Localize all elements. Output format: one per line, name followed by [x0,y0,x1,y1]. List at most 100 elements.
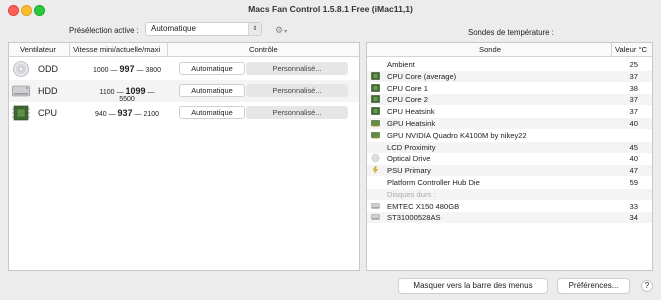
sensor-row[interactable]: PSU Primary 47 [367,165,652,177]
fan-speeds: 1100 — 1099 — 5500 [91,86,163,103]
help-button[interactable]: ? [641,280,653,292]
custom-control-button[interactable]: Personnalisé... [246,84,348,97]
sensor-row[interactable]: CPU Core 1 38 [367,83,652,94]
sensor-row[interactable]: CPU Heatsink 37 [367,106,652,117]
fan-max-speed: 3800 [145,67,161,74]
chevron-updown-icon: ⇕ [248,23,261,35]
cpu-chip-icon [371,95,380,104]
speed-separator: — [136,67,144,74]
fan-min-speed: 940 [94,111,107,118]
hard-drive-icon [12,85,30,97]
speed-separator: — [108,111,116,118]
sensor-name: GPU NVIDIA Quadro K4100M by nikey22 [387,130,527,140]
fan-row-odd[interactable]: ODD 1000 — 997 — 3800 Automatique Person… [9,58,359,80]
speed-separator: — [147,89,155,96]
fan-min-speed: 1000 [93,67,109,74]
sensor-value: 33 [629,201,638,211]
column-header-fan[interactable]: Ventilateur [20,45,56,54]
cpu-chip-icon [371,72,380,80]
optical-disc-icon [13,61,29,77]
fan-name: HDD [38,86,58,96]
sensor-value: 40 [629,119,638,128]
sensor-row[interactable]: GPU NVIDIA Quadro K4100M by nikey22 [367,130,652,141]
fan-current-speed: 1099 [125,86,146,96]
fan-row-cpu[interactable]: CPU 940 — 937 — 2100 Automatique Personn… [9,102,359,124]
cpu-chip-icon [371,107,380,115]
sensor-value: 37 [629,95,638,105]
sensor-name: Disques durs : [387,189,436,199]
sensor-value: 47 [629,166,638,176]
sensor-row[interactable]: GPU Heatsink 40 [367,118,652,129]
column-header-value[interactable]: Valeur °C [615,45,647,54]
sensor-value: 25 [629,60,638,69]
sensor-value: 40 [629,154,638,164]
sensor-row[interactable]: EMTEC X150 480GB 33 [367,201,652,212]
custom-control-button[interactable]: Personnalisé... [246,62,348,75]
sensor-name: CPU Heatsink [387,107,435,117]
hard-drive-icon [371,214,380,221]
sensor-row[interactable]: CPU Core (average) 37 [367,70,652,82]
gear-icon: ⚙ [275,25,284,35]
fan-min-speed: 1100 [99,89,115,96]
speed-separator: — [110,67,118,74]
sensor-value: 37 [629,71,638,81]
speed-separator: — [116,89,124,96]
window-title: Macs Fan Control 1.5.8.1 Free (iMac11,1) [248,4,413,14]
column-header-sensor[interactable]: Sonde [479,45,501,54]
sensor-name: Optical Drive [387,154,431,164]
column-header-control[interactable]: Contrôle [249,45,278,54]
sensor-name: CPU Core 2 [387,95,428,105]
sensors-title: Sondes de température : [468,28,554,37]
sensor-row[interactable]: Platform Controller Hub Die 59 [367,177,652,188]
fan-table: Ventilateur Vitesse mini/actuelle/maxi C… [8,42,360,271]
sensor-row[interactable]: Ambient 25 [367,59,652,70]
cpu-chip-icon [371,83,380,92]
cpu-chip-icon [12,105,30,121]
custom-control-button[interactable]: Personnalisé... [246,106,348,119]
hide-to-menubar-button[interactable]: Masquer vers la barre des menus [398,278,548,294]
sensor-name: Platform Controller Hub Die [387,178,480,187]
title-bar: Macs Fan Control 1.5.8.1 Free (iMac11,1) [0,0,661,20]
auto-control-button[interactable]: Automatique [179,106,245,119]
chevron-down-icon: ▾ [284,29,288,35]
fan-table-header: Ventilateur Vitesse mini/actuelle/maxi C… [9,43,359,57]
sensor-row[interactable]: Optical Drive 40 [367,153,652,164]
auto-control-button[interactable]: Automatique [179,84,245,97]
gpu-card-icon [371,132,380,139]
sensor-row[interactable]: LCD Proximity 45 [367,141,652,153]
optical-disc-icon [371,154,380,163]
fan-row-hdd[interactable]: HDD 1100 — 1099 — 5500 Automatique Perso… [9,80,359,103]
preset-dropdown[interactable]: Automatique ⇕ [145,22,262,36]
sensor-name: CPU Core 1 [387,83,428,93]
power-plug-icon [372,166,379,174]
sensor-value: 45 [629,142,638,152]
preset-value: Automatique [151,24,196,33]
sensor-name: CPU Core (average) [387,71,457,81]
speed-separator: — [134,111,142,118]
sensor-section-header: Disques durs : [367,188,652,200]
app-window: Macs Fan Control 1.5.8.1 Free (iMac11,1)… [0,0,661,300]
sensor-row[interactable]: CPU Core 2 37 [367,94,652,106]
auto-control-button[interactable]: Automatique [179,62,245,75]
sensor-name: EMTEC X150 480GB [387,201,460,211]
sensor-row[interactable]: ST31000528AS 34 [367,212,652,224]
hard-drive-icon [371,202,380,209]
sensor-value: 59 [629,178,638,187]
preset-actions-button[interactable]: ⚙▾ [275,24,295,36]
sensor-name: PSU Primary [387,166,431,176]
preferences-button[interactable]: Préférences... [557,278,630,294]
sensor-value: 34 [629,213,638,223]
fan-name: ODD [38,64,58,74]
sensor-table: Sonde Valeur °C Ambient 25 CPU Core (avera… [366,42,653,271]
sensor-value: 37 [629,107,638,117]
fan-max-speed: 2100 [143,111,160,118]
sensor-table-header: Sonde Valeur °C [367,43,652,57]
sensor-name: ST31000528AS [387,213,441,223]
fan-speeds: 1000 — 997 — 3800 [91,64,163,74]
fan-name: CPU [38,108,58,118]
sensor-value: 38 [629,83,638,93]
gpu-card-icon [371,120,380,127]
sensor-name: Ambient [387,60,415,69]
column-header-speed[interactable]: Vitesse mini/actuelle/maxi [73,45,160,54]
fan-current-speed: 997 [119,64,135,74]
